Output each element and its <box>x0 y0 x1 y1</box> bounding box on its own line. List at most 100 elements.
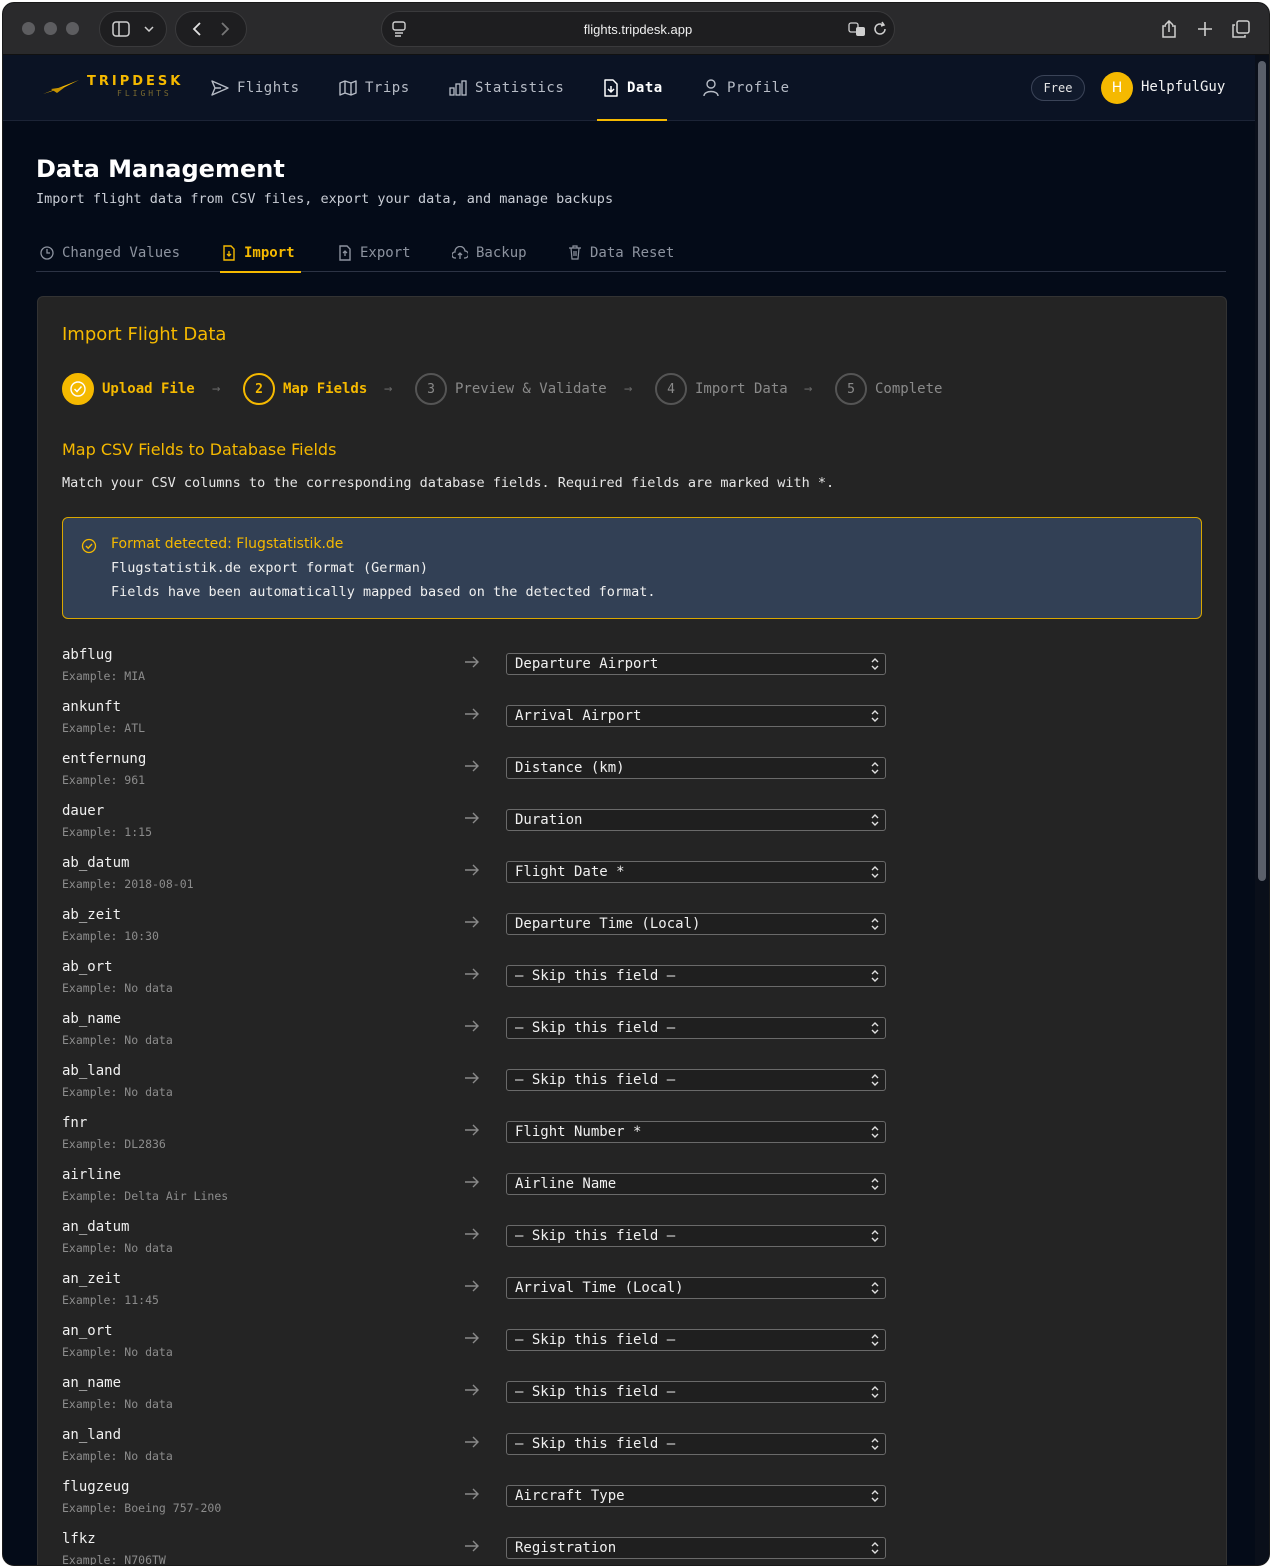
arrow-right-icon <box>464 1537 480 1556</box>
step-preview-validate: 3 Preview & Validate <box>415 373 607 405</box>
page-menu-icon[interactable] <box>392 21 406 37</box>
alert-title: Format detected: Flugstatistik.de <box>111 536 344 552</box>
tab-backup[interactable]: Backup <box>452 233 527 272</box>
database-field-select[interactable]: — Skip this field — <box>506 1433 886 1455</box>
share-button[interactable] <box>1151 11 1187 47</box>
arrow-right-icon <box>464 1121 480 1140</box>
select-value: Airline Name <box>515 1176 617 1192</box>
select-value: Duration <box>515 812 583 828</box>
nav-statistics[interactable]: Statistics <box>449 55 564 121</box>
database-field-select[interactable]: Duration <box>506 809 886 831</box>
database-field-select[interactable]: Flight Number * <box>506 1121 886 1143</box>
logo-main-text: TRIPDESK <box>87 74 184 89</box>
database-field-select[interactable]: Arrival Time (Local) <box>506 1277 886 1299</box>
plus-icon <box>1198 22 1212 36</box>
database-field-select[interactable]: — Skip this field — <box>506 1069 886 1091</box>
minimize-window-button[interactable] <box>44 22 57 35</box>
database-field-select[interactable]: Registration <box>506 1537 886 1559</box>
csv-field-name: ab_ort <box>62 959 113 975</box>
select-value: — Skip this field — <box>515 1020 676 1036</box>
select-chevron-icon <box>870 1541 880 1561</box>
csv-field-name: fnr <box>62 1115 88 1131</box>
step-map-fields-label: Map Fields <box>283 381 368 397</box>
database-field-select[interactable]: — Skip this field — <box>506 1017 886 1039</box>
csv-field-name: ab_datum <box>62 855 130 871</box>
csv-field-name: ankunft <box>62 699 122 715</box>
tab-export[interactable]: Export <box>338 233 411 272</box>
arrow-right-icon <box>464 705 480 724</box>
database-field-select[interactable]: Departure Time (Local) <box>506 913 886 935</box>
nav-trips[interactable]: Trips <box>339 55 410 121</box>
plan-badge[interactable]: Free <box>1031 75 1085 101</box>
tab-import[interactable]: Import <box>220 233 301 273</box>
field-mapping-row: an_datum Example: No data — Skip this fiel… <box>62 1219 892 1271</box>
scrollbar-thumb[interactable] <box>1258 61 1266 881</box>
step-map-fields: 2 Map Fields <box>243 373 367 405</box>
translate-icon[interactable] <box>848 21 866 37</box>
database-field-select[interactable]: Aircraft Type <box>506 1485 886 1507</box>
back-icon[interactable] <box>192 22 201 36</box>
step-number: 2 <box>243 373 275 405</box>
close-window-button[interactable] <box>22 22 35 35</box>
nav-profile[interactable]: Profile <box>703 55 790 121</box>
arrow-right-icon <box>464 1069 480 1088</box>
nav-data[interactable]: Data <box>597 55 667 121</box>
database-field-select[interactable]: — Skip this field — <box>506 1381 886 1403</box>
tab-data-reset[interactable]: Data Reset <box>568 233 674 272</box>
arrow-right-icon <box>464 1485 480 1504</box>
address-bar[interactable]: flights.tripdesk.app <box>381 11 895 47</box>
select-value: Departure Airport <box>515 656 659 672</box>
arrow-right-icon <box>464 965 480 984</box>
select-value: Flight Number * <box>515 1124 642 1140</box>
avatar[interactable]: H <box>1101 72 1133 104</box>
arrow-right-icon <box>464 653 480 672</box>
zoom-window-button[interactable] <box>66 22 79 35</box>
file-import-icon <box>223 244 235 261</box>
field-mapping-row: lfkz Example: N706TW Registration <box>62 1531 892 1565</box>
database-field-select[interactable]: Departure Airport <box>506 653 886 675</box>
field-mapping-row: flugzeug Example: Boeing 757-200 Aircraft … <box>62 1479 892 1531</box>
database-field-select[interactable]: Airline Name <box>506 1173 886 1195</box>
field-mapping-row: ab_ort Example: No data — Skip this field … <box>62 959 892 1011</box>
database-field-select[interactable]: Distance (km) <box>506 757 886 779</box>
select-value: Arrival Time (Local) <box>515 1280 684 1296</box>
csv-field-name: flugzeug <box>62 1479 130 1495</box>
csv-field-name: ab_zeit <box>62 907 122 923</box>
arrow-right-icon: → <box>212 381 221 397</box>
url-text: flights.tripdesk.app <box>583 21 693 37</box>
select-value: — Skip this field — <box>515 1228 676 1244</box>
new-tab-button[interactable] <box>1187 11 1223 47</box>
csv-field-name: an_datum <box>62 1219 130 1235</box>
field-mapping-row: an_zeit Example: 11:45 Arrival Time (Local… <box>62 1271 892 1323</box>
tripdesk-logo[interactable]: TRIPDESK FLIGHTS <box>41 75 183 98</box>
csv-field-example: Example: 1:15 <box>62 825 153 839</box>
page-title: Data Management <box>36 155 285 183</box>
database-field-select[interactable]: — Skip this field — <box>506 1225 886 1247</box>
file-import-icon <box>604 79 618 97</box>
database-field-select[interactable]: — Skip this field — <box>506 965 886 987</box>
chevron-down-icon <box>144 26 154 32</box>
database-field-select[interactable]: — Skip this field — <box>506 1329 886 1351</box>
cloud-upload-icon <box>452 245 468 259</box>
csv-field-name: an_zeit <box>62 1271 122 1287</box>
csv-field-example: Example: 2018-08-01 <box>62 877 194 891</box>
tab-overview-button[interactable] <box>1223 11 1259 47</box>
tab-import-label: Import <box>244 244 295 261</box>
database-field-select[interactable]: Flight Date * <box>506 861 886 883</box>
csv-field-example: Example: Delta Air Lines <box>62 1189 229 1203</box>
select-chevron-icon <box>870 1437 880 1457</box>
username[interactable]: HelpfulGuy <box>1141 79 1225 95</box>
tab-backup-label: Backup <box>476 244 527 261</box>
field-mapping-row: dauer Example: 1:15 Duration <box>62 803 892 855</box>
database-field-select[interactable]: Arrival Airport <box>506 705 886 727</box>
step-number: 3 <box>415 373 447 405</box>
nav-flights[interactable]: Flights <box>211 55 300 121</box>
select-chevron-icon <box>870 1489 880 1509</box>
forward-icon[interactable] <box>221 22 230 36</box>
csv-field-example: Example: 961 <box>62 773 146 787</box>
reload-icon[interactable] <box>872 21 888 37</box>
select-value: Registration <box>515 1540 617 1556</box>
field-mapping-row: entfernung Example: 961 Distance (km) <box>62 751 892 803</box>
sidebar-toggle-button[interactable] <box>99 11 167 47</box>
tab-changed-values[interactable]: Changed Values <box>40 233 180 272</box>
